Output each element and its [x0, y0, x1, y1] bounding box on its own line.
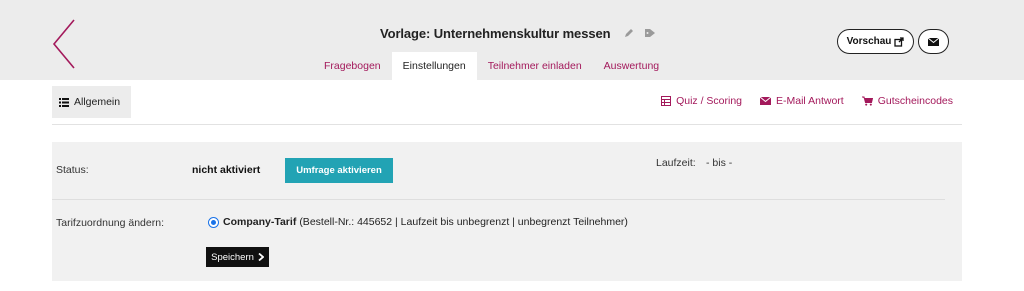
cart-icon — [861, 96, 873, 106]
tariff-details: (Bestell-Nr.: 445652 | Laufzeit bis unbe… — [299, 216, 628, 228]
email-answer-link[interactable]: E-Mail Antwort — [760, 95, 844, 107]
subnav-general-label: Allgemein — [74, 96, 121, 108]
preview-label: Vorschau — [846, 36, 892, 47]
tab-auswertung[interactable]: Auswertung — [593, 52, 670, 80]
save-label: Speichern — [211, 251, 254, 263]
tab-fragebogen[interactable]: Fragebogen — [313, 52, 392, 80]
title-row: Vorlage: Unternehmenskultur messen — [380, 24, 656, 42]
envelope-icon — [928, 37, 939, 46]
page-header: Vorlage: Unternehmenskultur messen Vorsc… — [0, 0, 1024, 80]
tariff-name: Company-Tarif — [223, 216, 297, 228]
quiz-scoring-label: Quiz / Scoring — [676, 95, 743, 107]
tab-einstellungen[interactable]: Einstellungen — [391, 52, 477, 80]
tariff-label: Tarifzuordnung ändern: — [56, 217, 164, 229]
chevron-right-icon — [258, 253, 264, 261]
subnav-links: Quiz / Scoring E-Mail Antwort Gutscheinc… — [661, 95, 953, 107]
activate-survey-button[interactable]: Umfrage aktivieren — [285, 158, 393, 183]
header-actions: Vorschau — [837, 29, 949, 54]
tab-teilnehmer-einladen[interactable]: Teilnehmer einladen — [477, 52, 593, 80]
tab-bar: Fragebogen Einstellungen Teilnehmer einl… — [313, 52, 670, 80]
voucher-codes-link[interactable]: Gutscheincodes — [861, 95, 953, 107]
runtime-label: Laufzeit: — [656, 157, 696, 169]
subnav-divider — [52, 124, 962, 125]
page-title: Vorlage: Unternehmenskultur messen — [380, 25, 611, 41]
status-label: Status: — [56, 164, 89, 176]
runtime-value: - bis - — [706, 157, 733, 169]
table-icon — [661, 96, 672, 106]
subnav-general[interactable]: Allgemein — [52, 86, 131, 118]
back-chevron-icon[interactable] — [48, 16, 88, 72]
status-value: nicht aktiviert — [192, 164, 261, 176]
settings-panel — [52, 142, 962, 281]
list-icon — [59, 97, 69, 107]
pencil-icon[interactable] — [624, 28, 634, 38]
voucher-codes-label: Gutscheincodes — [877, 95, 953, 107]
tag-icon[interactable] — [644, 28, 656, 38]
quiz-scoring-link[interactable]: Quiz / Scoring — [661, 95, 742, 107]
mail-button[interactable] — [918, 29, 949, 54]
tariff-option: Company-Tarif (Bestell-Nr.: 445652 | Lau… — [208, 216, 628, 228]
external-link-icon — [894, 36, 905, 47]
panel-divider — [52, 199, 945, 200]
email-answer-label: E-Mail Antwort — [776, 95, 844, 107]
tariff-radio[interactable] — [208, 216, 219, 228]
preview-button[interactable]: Vorschau — [837, 29, 914, 54]
save-button[interactable]: Speichern — [206, 247, 269, 267]
envelope-icon — [760, 97, 772, 105]
